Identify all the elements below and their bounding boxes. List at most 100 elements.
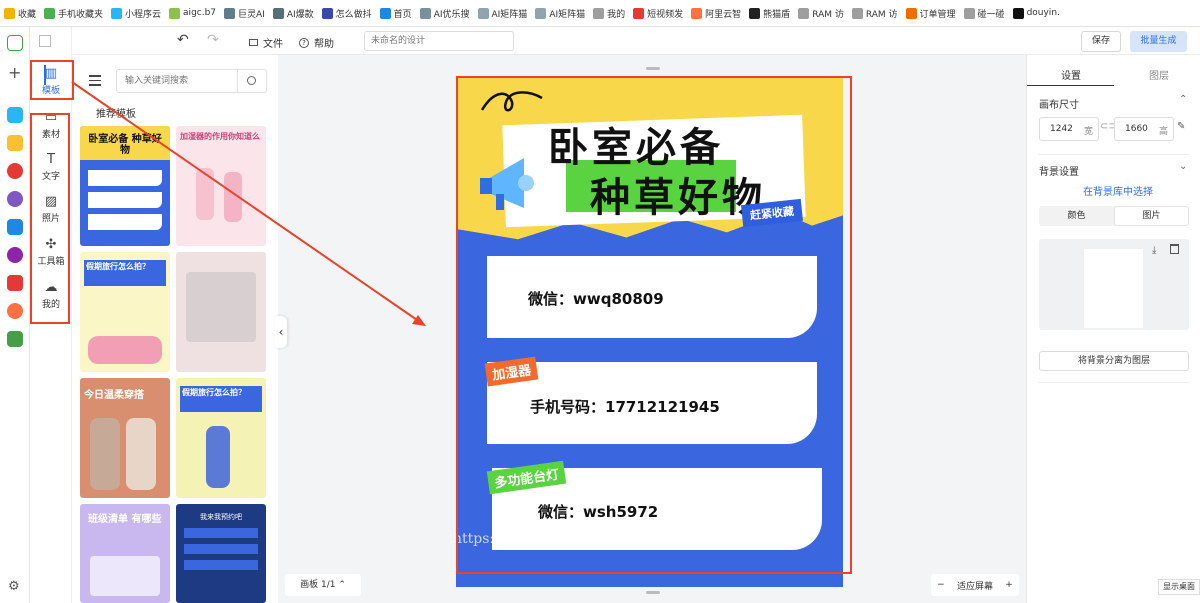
bookmark-item[interactable]: 阿里云智 (691, 7, 741, 20)
ai-app-icon[interactable] (7, 191, 23, 207)
bookmark-item[interactable]: 怎么做抖 (321, 7, 372, 20)
menu-icon[interactable] (86, 72, 104, 88)
resize-handle-bottom[interactable] (646, 591, 660, 594)
search-icon (247, 76, 256, 85)
tab-layers[interactable]: 图层 (1149, 67, 1169, 82)
mail-app-icon[interactable] (7, 331, 23, 347)
logo-icon (39, 35, 51, 47)
download-icon[interactable]: ⤓ (1152, 245, 1156, 256)
template-thumb-3[interactable]: 假期旅行怎么拍？ (80, 252, 170, 372)
batch-generate-button[interactable]: 批量生成 (1130, 31, 1187, 52)
template-thumb-8[interactable]: 我来我预约吧 (176, 504, 266, 603)
template-thumb-2[interactable]: 加湿器的作用你知道么 (176, 126, 266, 246)
bookmark-favicon-icon (477, 7, 489, 19)
template-thumb-7[interactable]: 班级清单 有哪些 (80, 504, 170, 603)
add-icon[interactable]: + (8, 63, 21, 82)
page-indicator[interactable]: 画板 1/1 ⌃ (285, 574, 361, 596)
bookmark-favicon-icon (851, 7, 863, 19)
section-title: 推荐模板 (96, 109, 136, 120)
bookmark-favicon-icon (593, 7, 605, 19)
height-input[interactable]: 1660 高 (1114, 117, 1174, 141)
bookmark-favicon-icon (272, 7, 284, 19)
editor-topbar: ↶ ↷ 文件 ? 帮助 (72, 27, 1025, 55)
template-thumb-4[interactable] (176, 252, 266, 372)
zoom-out-button[interactable]: − (937, 580, 945, 590)
template-thumb-1[interactable]: 卧室必备 种草好物 (80, 126, 170, 246)
bookmark-favicon-icon (169, 7, 181, 19)
game-app-icon[interactable] (7, 275, 23, 291)
tab-underline (1027, 85, 1114, 86)
design-name-input[interactable] (364, 31, 514, 51)
star-app-icon[interactable] (7, 135, 23, 151)
bg-color-tab[interactable]: 颜色 (1039, 206, 1114, 226)
zoom-in-button[interactable]: + (1005, 580, 1013, 590)
app-icon-3[interactable] (7, 163, 23, 179)
settings-panel: 设置 图层 画布尺寸 ⌃ 1242 宽 ⊂⊃ 1660 高 ✎ 背景设置 ⌄ 在… (1026, 55, 1200, 603)
save-button[interactable]: 保存 (1081, 31, 1121, 52)
bookmark-item[interactable]: 碰一碰 (963, 7, 1005, 20)
bg-library-link[interactable]: 在背景库中选择 (1083, 183, 1153, 198)
help-icon: ? (299, 37, 309, 48)
bookmark-favicon-icon (905, 7, 917, 19)
search-input[interactable] (116, 69, 238, 93)
bookmark-favicon-icon (749, 7, 761, 19)
home-icon[interactable] (7, 35, 23, 51)
collapse-panel-button[interactable]: ‹ (275, 316, 287, 348)
bookmark-favicon-icon (4, 7, 15, 19)
extension-sidebar: + ⚙ (0, 27, 30, 603)
show-desktop-button[interactable]: 显示桌面 (1158, 579, 1200, 595)
bookmarks-bar: 收藏 手机收藏夹 小程序云 aigc.b7 巨灵AI AI爆款 怎么做抖 首页 AI优乐搜 AI矩… (0, 0, 1200, 27)
chevron-up-icon: ⌃ (338, 580, 346, 590)
app-icon-1[interactable] (7, 107, 23, 123)
gear-icon[interactable]: ⚙ (8, 579, 20, 594)
ai-app-icon-2[interactable] (7, 219, 23, 235)
bookmark-item[interactable]: RAM 访 (851, 7, 898, 20)
bookmark-item[interactable]: AI矩阵猫 (477, 7, 527, 20)
bg-preview-area: ⤓ (1039, 239, 1189, 330)
bookmark-item[interactable]: 手机收藏夹 (44, 7, 103, 20)
bookmark-item[interactable]: AI矩阵猫 (535, 7, 585, 20)
edit-icon[interactable]: ✎ (1177, 121, 1185, 132)
bg-image-tab[interactable]: 图片 (1114, 206, 1189, 226)
resize-handle-top[interactable] (646, 67, 660, 70)
bookmark-item[interactable]: AI优乐搜 (419, 7, 470, 20)
undo-button[interactable]: ↶ (177, 32, 189, 48)
file-menu[interactable]: 文件 (249, 35, 283, 50)
bookmark-favicon-icon (111, 7, 123, 19)
annotation-box-template (30, 60, 74, 100)
search-button[interactable] (237, 69, 267, 93)
weibo-app-icon[interactable] (7, 303, 23, 319)
bg-preview-image (1084, 249, 1143, 328)
bookmark-item[interactable]: 熊猫盾 (749, 7, 790, 20)
bookmark-item[interactable]: 首页 (379, 7, 412, 20)
bookmark-item[interactable]: 小程序云 (111, 7, 161, 20)
zoom-label[interactable]: 适应屏幕 (957, 579, 993, 592)
bookmark-favicon-icon (963, 7, 975, 19)
app-icon-6[interactable] (7, 247, 23, 263)
bookmark-item[interactable]: RAM 访 (798, 7, 844, 20)
bookmark-item[interactable]: 我的 (593, 7, 625, 20)
redo-button[interactable]: ↷ (207, 32, 219, 48)
template-thumb-5[interactable]: 今日温柔穿搭 (80, 378, 170, 498)
annotation-box-tools (30, 113, 70, 324)
bookmark-item[interactable]: 巨灵AI (224, 7, 265, 20)
bookmark-item[interactable]: aigc.b7 (169, 7, 216, 19)
help-menu[interactable]: ? 帮助 (299, 35, 334, 50)
bookmark-item[interactable]: douyin. (1012, 7, 1060, 19)
bookmark-item[interactable]: 收藏 (4, 7, 36, 20)
template-thumb-6[interactable]: 假期旅行怎么拍？ (176, 378, 266, 498)
annotation-box-canvas (456, 76, 852, 574)
separate-bg-button[interactable]: 将背景分离为图层 (1039, 351, 1189, 371)
bookmark-item[interactable]: 订单管理 (905, 7, 956, 20)
chevron-up-icon[interactable]: ⌃ (1179, 94, 1187, 105)
trash-icon[interactable] (1170, 244, 1179, 254)
bookmark-item[interactable]: AI爆款 (272, 7, 314, 20)
bookmark-favicon-icon (798, 7, 810, 19)
chevron-down-icon[interactable]: ⌄ (1179, 161, 1187, 172)
bookmark-item[interactable]: 短视频发 (633, 7, 683, 20)
zoom-control: − 适应屏幕 + (931, 574, 1019, 596)
width-input[interactable]: 1242 宽 (1039, 117, 1099, 141)
bookmark-favicon-icon (535, 7, 547, 19)
tab-settings[interactable]: 设置 (1061, 67, 1081, 82)
bg-settings-label: 背景设置 (1039, 167, 1079, 178)
